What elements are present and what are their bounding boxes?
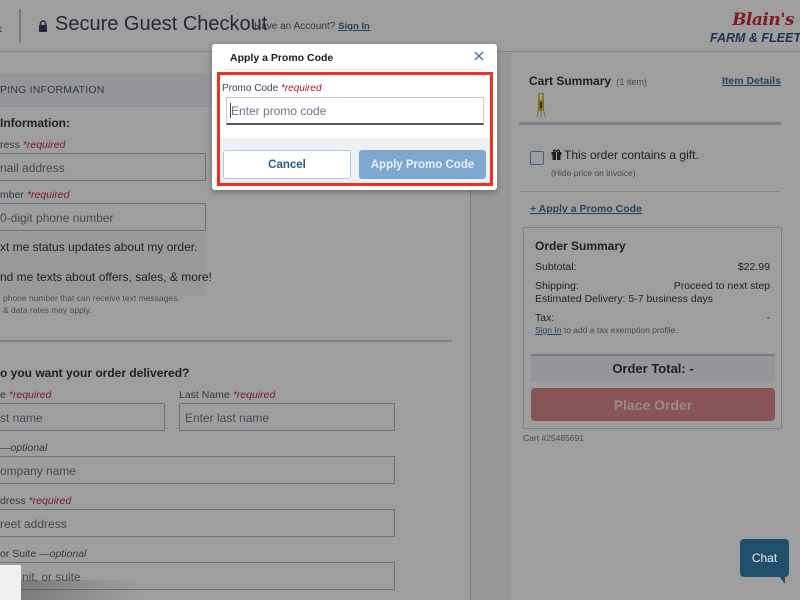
promo-code-dialog: Apply a Promo Code Promo Code *required … — [212, 44, 497, 190]
corner-shadow — [21, 580, 141, 600]
chat-button[interactable]: Chat — [740, 539, 789, 584]
focus-highlight — [217, 72, 493, 186]
corner-widget — [0, 565, 21, 600]
dialog-title: Apply a Promo Code — [230, 52, 334, 64]
dialog-title-divider — [224, 69, 485, 70]
close-icon[interactable] — [472, 49, 486, 63]
